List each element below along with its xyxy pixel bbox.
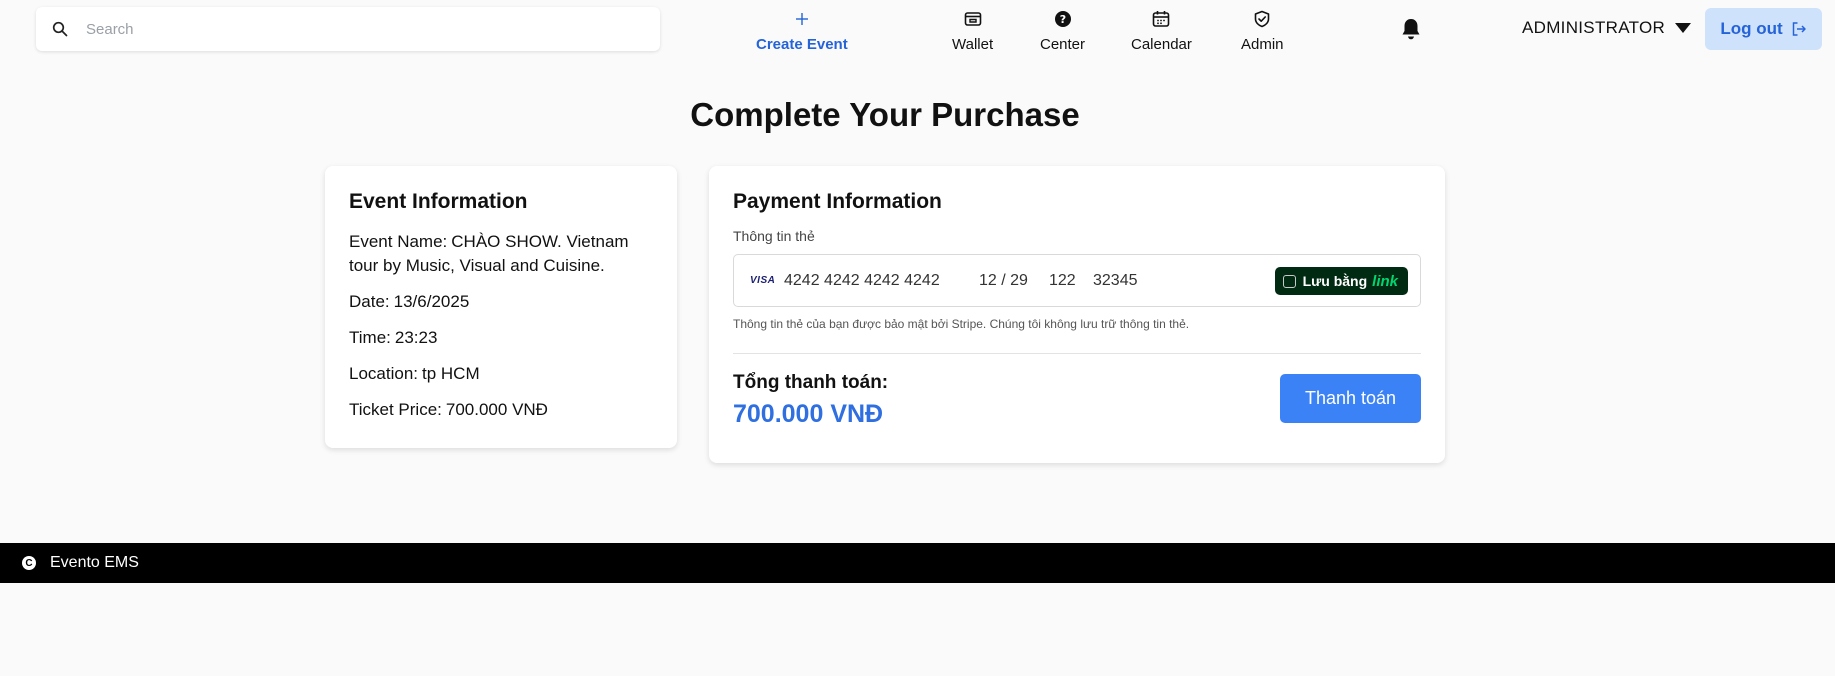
save-with-link-label: Lưu bằng — [1302, 273, 1368, 289]
link-logo: link — [1372, 272, 1398, 290]
help-icon: ? — [1053, 8, 1073, 30]
ticket-price-row: Ticket Price: 700.000 VNĐ — [349, 398, 653, 422]
logout-label: Log out — [1720, 19, 1783, 38]
event-location-value: tp HCM — [422, 364, 480, 383]
shield-check-icon — [1252, 8, 1272, 30]
search-box[interactable] — [36, 7, 660, 51]
ticket-price-value: 700.000 VNĐ — [445, 400, 548, 419]
visa-icon: VISA — [750, 275, 776, 286]
logout-button[interactable]: Log out — [1705, 8, 1822, 50]
page-title: Complete Your Purchase — [690, 96, 1080, 133]
nav-center[interactable]: ? Center — [1040, 8, 1085, 53]
save-with-link-button[interactable]: Lưu bằng link — [1274, 267, 1408, 295]
event-name-label: Event Name: — [349, 232, 448, 251]
event-location-label: Location: — [349, 364, 418, 383]
ticket-price-label: Ticket Price: — [349, 400, 442, 419]
footer-brand: Evento EMS — [50, 554, 139, 571]
event-date-label: Date: — [349, 292, 390, 311]
event-date-value: 13/6/2025 — [393, 292, 470, 311]
svg-text:?: ? — [1059, 13, 1065, 26]
pay-button[interactable]: Thanh toán — [1280, 374, 1421, 423]
event-time-row: Time: 23:23 — [349, 326, 653, 350]
payment-info-heading: Payment Information — [733, 190, 942, 213]
card-zip-field[interactable]: 32345 — [1093, 272, 1138, 290]
event-location-row: Location: tp HCM — [349, 362, 653, 386]
event-info-card: Event Information Event Name: CHÀO SHOW. … — [325, 166, 677, 448]
search-icon — [52, 21, 68, 37]
nav-wallet-label: Wallet — [952, 36, 994, 53]
nav-admin-label: Admin — [1241, 36, 1284, 53]
user-menu-label: ADMINISTRATOR — [1522, 18, 1666, 37]
save-with-link-checkbox[interactable] — [1282, 274, 1296, 288]
event-date-row: Date: 13/6/2025 — [349, 290, 653, 314]
wallet-icon — [963, 8, 983, 30]
caret-down-icon — [1675, 23, 1692, 33]
calendar-icon — [1151, 8, 1171, 30]
divider — [733, 353, 1421, 354]
nav-create-event-label: Create Event — [756, 36, 848, 53]
event-info-heading: Event Information — [349, 190, 528, 213]
card-field-label: Thông tin thẻ — [733, 228, 815, 244]
event-name-row: Event Name: CHÀO SHOW. Vietnam tour by Mu… — [349, 230, 653, 278]
footer: C Evento EMS — [0, 543, 1835, 583]
nav-center-label: Center — [1040, 36, 1086, 53]
plus-icon — [792, 8, 812, 30]
nav-create-event[interactable]: Create Event — [756, 8, 848, 53]
bell-icon[interactable] — [1400, 17, 1422, 41]
card-cvc-field[interactable]: 122 — [1049, 272, 1093, 290]
copyright-icon: C — [22, 556, 36, 570]
user-menu[interactable]: ADMINISTRATOR — [1522, 18, 1692, 38]
payment-info-card: Payment Information Thông tin thẻ VISA 4… — [709, 166, 1445, 463]
nav-wallet[interactable]: Wallet — [952, 8, 993, 53]
secure-note: Thông tin thẻ của bạn được bảo mật bởi S… — [733, 317, 1190, 331]
event-time-value: 23:23 — [394, 328, 438, 347]
event-time-label: Time: — [349, 328, 391, 347]
nav-admin[interactable]: Admin — [1241, 8, 1284, 53]
nav-calendar[interactable]: Calendar — [1131, 8, 1192, 53]
logout-icon — [1792, 22, 1806, 36]
total-row: Tổng thanh toán: 700.000 VNĐ Thanh toán — [733, 372, 1421, 432]
nav-calendar-label: Calendar — [1131, 36, 1192, 53]
search-input[interactable] — [86, 20, 626, 38]
top-navbar: Create Event Wallet ? Center Calendar Ad… — [0, 0, 1835, 60]
card-expiry-field[interactable]: 12 / 29 — [979, 272, 1049, 290]
card-number-field[interactable]: 4242 4242 4242 4242 — [784, 272, 979, 290]
card-input[interactable]: VISA 4242 4242 4242 4242 12 / 29 122 323… — [733, 254, 1421, 307]
